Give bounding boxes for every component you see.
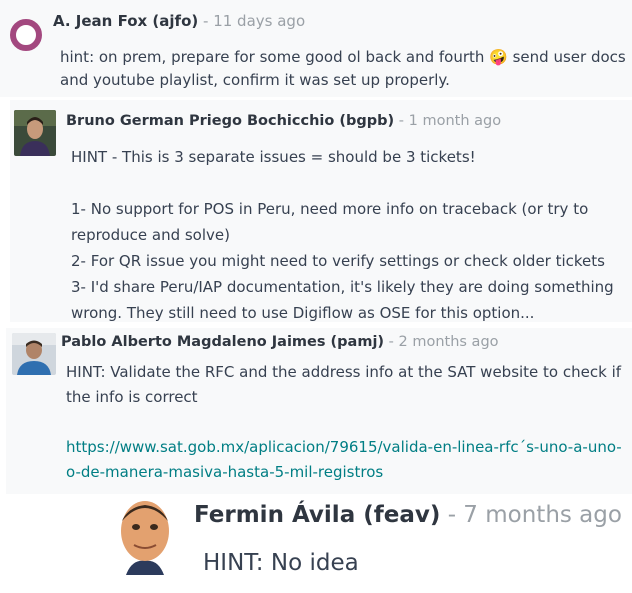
author-name[interactable]: Bruno German Priego Bochicchio (bgpb) — [66, 113, 394, 129]
comment-body: HINT: No idea — [203, 548, 359, 578]
sat-validation-link[interactable]: https://www.sat.gob.mx/aplicacion/79615/… — [66, 438, 622, 481]
comment: Pablo Alberto Magdaleno Jaimes (pamj) - … — [6, 328, 632, 494]
comment-line: 2- For QR issue you might need to verify… — [71, 252, 605, 270]
comment-header: Pablo Alberto Magdaleno Jaimes (pamj) - … — [61, 334, 499, 350]
comment: Bruno German Priego Bochicchio (bgpb) - … — [10, 100, 632, 322]
comment: A. Jean Fox (ajfo) - 11 days ago hint: o… — [0, 0, 632, 97]
comment-line: 1- No support for POS in Peru, need more… — [71, 200, 589, 244]
comment-body: HINT: Validate the RFC and the address i… — [66, 360, 632, 484]
comment-header: A. Jean Fox (ajfo) - 11 days ago — [53, 12, 305, 30]
avatar-icon[interactable] — [10, 19, 42, 51]
timestamp: - 2 months ago — [388, 334, 499, 350]
comment-line: HINT - This is 3 separate issues = shoul… — [71, 148, 476, 166]
author-name[interactable]: Fermin Ávila (feav) — [194, 502, 440, 528]
comment-header: Bruno German Priego Bochicchio (bgpb) - … — [66, 113, 501, 129]
timestamp: - 1 month ago — [398, 113, 502, 129]
comment-line: HINT: Validate the RFC and the address i… — [66, 363, 622, 406]
avatar-icon[interactable] — [14, 110, 56, 156]
comment-header: Fermin Ávila (feav) - 7 months ago — [194, 502, 622, 528]
comment-line: 3- I'd share Peru/IAP documentation, it'… — [71, 278, 614, 322]
timestamp: - 11 days ago — [203, 12, 306, 30]
avatar-icon[interactable] — [108, 497, 182, 575]
comment: Fermin Ávila (feav) - 7 months ago HINT:… — [104, 497, 632, 593]
avatar-icon[interactable] — [12, 333, 56, 375]
author-name[interactable]: A. Jean Fox (ajfo) — [53, 12, 198, 30]
comment-body: HINT - This is 3 separate issues = shoul… — [71, 144, 627, 326]
timestamp: - 7 months ago — [447, 502, 622, 528]
comment-line: HINT: No idea — [203, 550, 359, 576]
comment-line: hint: on prem, prepare for some good ol … — [60, 48, 626, 89]
author-name[interactable]: Pablo Alberto Magdaleno Jaimes (pamj) — [61, 334, 384, 350]
comment-body: hint: on prem, prepare for some good ol … — [60, 46, 628, 92]
